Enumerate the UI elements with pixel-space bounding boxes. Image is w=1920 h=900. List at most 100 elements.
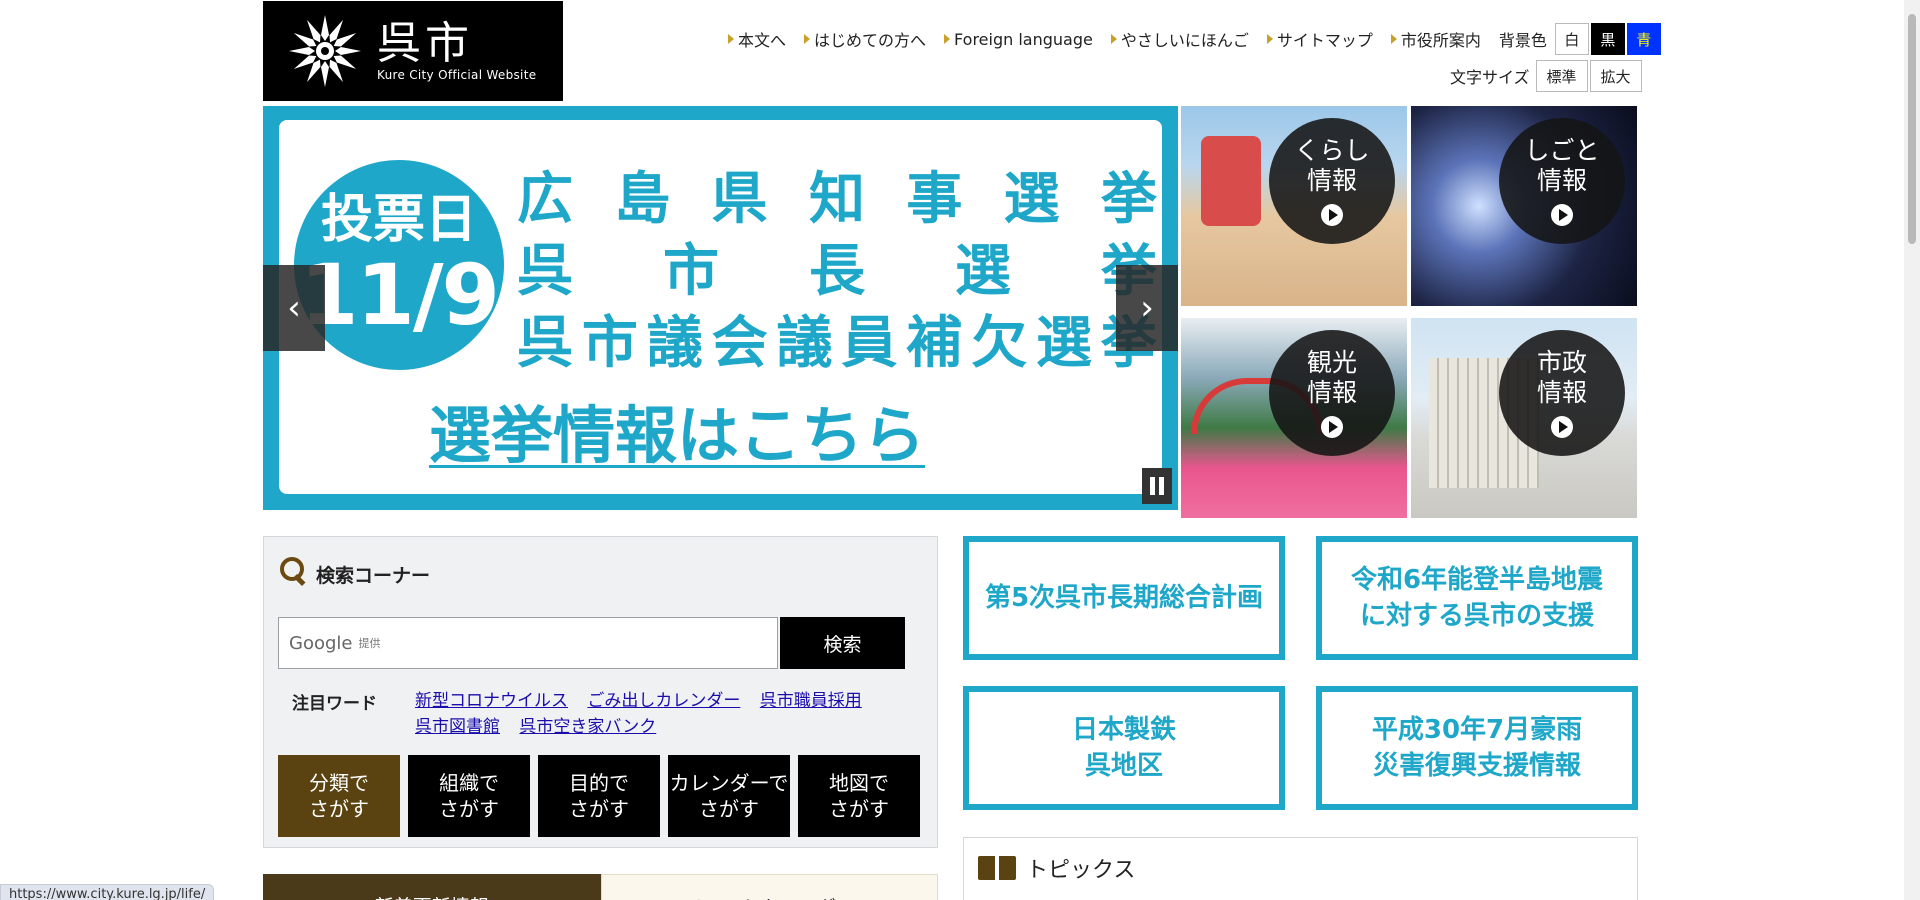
util-link-first-visit[interactable]: はじめての方へ xyxy=(804,27,926,51)
election-char: 呉 xyxy=(517,239,573,304)
util-link-main-content[interactable]: 本文へ xyxy=(728,27,786,51)
election-char: 選 xyxy=(1036,311,1092,376)
search-input[interactable]: Google 提供 xyxy=(278,617,778,669)
election-char: 広 xyxy=(517,167,573,232)
banner-label: 平成30年7月豪雨 災害復興支援情報 xyxy=(1322,692,1632,804)
scrollbar-thumb[interactable] xyxy=(1908,14,1916,244)
triangle-right-icon xyxy=(1110,34,1117,44)
triangle-right-icon xyxy=(944,34,951,44)
finder-by-purpose-button[interactable]: 目的で さがす xyxy=(538,755,660,837)
bg-black-button[interactable]: 黒 xyxy=(1590,23,1625,55)
finder-by-category-button[interactable]: 分類で さがす xyxy=(278,755,400,837)
keyword-link[interactable]: ごみ出しカレンダー xyxy=(587,691,740,711)
finder-by-calendar-button[interactable]: カレンダーで さがす xyxy=(668,755,790,837)
text-size-label: 文字サイズ xyxy=(1450,68,1530,87)
slider-prev-button[interactable]: ‹ xyxy=(263,265,325,351)
triangle-right-icon xyxy=(1266,34,1273,44)
bg-blue-button[interactable]: 青 xyxy=(1626,23,1661,55)
tile-work-info[interactable]: しごと 情報 xyxy=(1411,106,1637,306)
hero-slider[interactable]: 投票日 11/9 広島県知事選挙 呉市長選挙 呉市議会議員補欠選挙 選挙情報はこ… xyxy=(263,106,1178,510)
bg-white-button[interactable]: 白 xyxy=(1554,23,1589,55)
election-line-1: 広島県知事選挙 xyxy=(517,164,1157,236)
finder-by-organization-button[interactable]: 組織で さがす xyxy=(408,755,530,837)
election-char: 会 xyxy=(711,311,768,376)
vote-day-title: 投票日 xyxy=(320,190,477,250)
site-logo[interactable]: 呉市 Kure City Official Website xyxy=(263,1,563,101)
topics-section: トピックス xyxy=(963,837,1638,900)
search-google-label: Google xyxy=(289,632,353,654)
utility-nav: 本文へ はじめての方へ Foreign language やさしいにほんご サイ… xyxy=(728,22,1661,56)
keyword-link[interactable]: 新型コロナウイルス xyxy=(415,691,568,711)
book-icon xyxy=(978,854,1016,882)
election-line-3: 呉市議会議員補欠選挙 xyxy=(517,308,1157,380)
election-char: 議 xyxy=(646,311,703,376)
topics-header: トピックス xyxy=(978,852,1135,884)
election-char: 欠 xyxy=(971,311,1028,376)
election-info-link[interactable]: 選挙情報はこちら xyxy=(429,400,925,472)
election-line-2: 呉市長選挙 xyxy=(517,236,1157,308)
finder-buttons: 分類で さがす 組織で さがす 目的で さがす カレンダーで さがす 地図で さ… xyxy=(278,755,920,837)
election-char: 長 xyxy=(809,239,865,304)
play-icon xyxy=(1551,416,1573,438)
play-icon xyxy=(1321,204,1343,226)
util-link-city-hall[interactable]: 市役所案内 xyxy=(1390,27,1481,51)
bg-color-label: 背景色 xyxy=(1498,31,1547,50)
triangle-right-icon xyxy=(804,34,811,44)
util-link-sitemap[interactable]: サイトマップ xyxy=(1266,27,1373,51)
tile-circle: 観光 情報 xyxy=(1269,330,1395,456)
election-char: 選 xyxy=(955,239,1011,304)
keyword-links: 新型コロナウイルス ごみ出しカレンダー 呉市職員採用 呉市図書館 呉市空き家バン… xyxy=(415,688,895,740)
search-button[interactable]: 検索 xyxy=(780,617,905,669)
finder-by-map-button[interactable]: 地図で さがす xyxy=(798,755,920,837)
slider-next-button[interactable]: › xyxy=(1116,265,1178,351)
text-size-controls: 文字サイズ 標準 拡大 xyxy=(1450,59,1642,93)
banner-label: 日本製鉄 呉地区 xyxy=(969,692,1279,804)
keyword-link[interactable]: 呉市図書館 xyxy=(415,717,500,737)
election-char: 議 xyxy=(776,311,833,376)
util-link-foreign-language[interactable]: Foreign language xyxy=(944,30,1093,49)
tile-living-info[interactable]: くらし 情報 xyxy=(1181,106,1407,306)
play-icon xyxy=(1321,416,1343,438)
election-char: 市 xyxy=(663,239,719,304)
banner-label: 第5次呉市長期総合計画 xyxy=(969,542,1279,654)
tab-event-calendar[interactable]: イベントカレンダー xyxy=(600,874,938,900)
keyword-link[interactable]: 呉市職員採用 xyxy=(760,691,862,711)
text-size-standard-button[interactable]: 標準 xyxy=(1535,60,1588,92)
keyword-label: 注目ワード xyxy=(292,694,377,714)
tab-new-updates[interactable]: 新着更新情報 xyxy=(263,874,601,900)
banner-nippon-steel-kure[interactable]: 日本製鉄 呉地区 xyxy=(963,686,1285,810)
tile-label: 市政 情報 xyxy=(1536,348,1587,407)
slider-pause-button[interactable] xyxy=(1142,468,1172,504)
status-bar-url: https://www.city.kure.lg.jp/life/ xyxy=(0,884,215,900)
banner-disaster-recovery[interactable]: 平成30年7月豪雨 災害復興支援情報 xyxy=(1316,686,1638,810)
tile-label: しごと 情報 xyxy=(1524,136,1600,195)
election-char: 知 xyxy=(808,167,865,232)
election-slide[interactable]: 投票日 11/9 広島県知事選挙 呉市長選挙 呉市議会議員補欠選挙 選挙情報はこ… xyxy=(279,120,1162,494)
election-char: 挙 xyxy=(1100,167,1157,232)
text-size-large-button[interactable]: 拡大 xyxy=(1589,60,1642,92)
election-char: 県 xyxy=(711,167,768,232)
tile-tourism-info[interactable]: 観光 情報 xyxy=(1181,318,1407,518)
banner-noto-earthquake-support[interactable]: 令和6年能登半島地震 に対する呉市の支援 xyxy=(1316,536,1638,660)
page-scrollbar[interactable] xyxy=(1904,0,1920,900)
logo-name-en: Kure City Official Website xyxy=(377,68,537,82)
play-icon xyxy=(1551,204,1573,226)
election-char: 島 xyxy=(614,167,671,232)
logo-name-jp: 呉市 xyxy=(377,18,473,69)
banner-long-term-plan[interactable]: 第5次呉市長期総合計画 xyxy=(963,536,1285,660)
pause-icon xyxy=(1150,477,1155,495)
pause-icon xyxy=(1159,477,1164,495)
election-char: 選 xyxy=(1003,167,1060,232)
election-char: 市 xyxy=(581,311,638,376)
topics-title: トピックス xyxy=(1026,858,1136,883)
election-names: 広島県知事選挙 呉市長選挙 呉市議会議員補欠選挙 xyxy=(517,164,1157,380)
util-link-label: 本文へ xyxy=(738,31,787,50)
keyword-link[interactable]: 呉市空き家バンク xyxy=(519,717,656,737)
search-provided-label: 提供 xyxy=(358,637,381,650)
util-link-easy-japanese[interactable]: やさしいにほんご xyxy=(1110,27,1249,51)
magnifier-icon xyxy=(278,555,308,585)
banner-label: 令和6年能登半島地震 に対する呉市の支援 xyxy=(1322,542,1632,654)
tile-city-admin-info[interactable]: 市政 情報 xyxy=(1411,318,1637,518)
search-header: 検索コーナー xyxy=(278,551,430,588)
election-char: 事 xyxy=(906,167,963,232)
